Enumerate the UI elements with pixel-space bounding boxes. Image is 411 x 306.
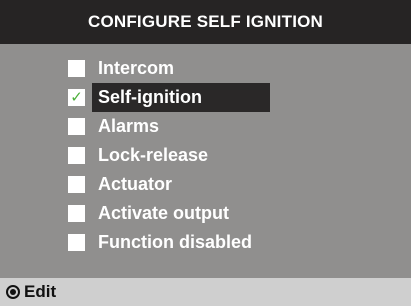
checkbox[interactable]: ✓ (68, 89, 85, 106)
title-bar: CONFIGURE SELF IGNITION (0, 0, 411, 44)
checkbox[interactable] (68, 205, 85, 222)
option-self-ignition[interactable]: ✓ Self-ignition (68, 83, 328, 112)
option-label: Actuator (98, 174, 173, 194)
option-label: Function disabled (98, 232, 253, 252)
edit-button[interactable]: Edit (6, 282, 56, 302)
checkbox[interactable] (68, 234, 85, 251)
checkbox[interactable] (68, 176, 85, 193)
checkbox[interactable] (68, 60, 85, 77)
option-label: Self-ignition (98, 87, 202, 107)
option-function-disabled[interactable]: Function disabled (68, 228, 328, 257)
checkbox[interactable] (68, 118, 85, 135)
edit-label: Edit (24, 282, 57, 301)
checkbox[interactable] (68, 147, 85, 164)
option-lock-release[interactable]: Lock-release (68, 141, 328, 170)
option-label: Lock-release (98, 145, 209, 165)
option-intercom[interactable]: Intercom (68, 54, 328, 83)
option-alarms[interactable]: Alarms (68, 112, 328, 141)
radio-button-icon (6, 285, 20, 299)
check-icon: ✓ (70, 88, 83, 106)
page-title: CONFIGURE SELF IGNITION (87, 12, 324, 31)
option-actuator[interactable]: Actuator (68, 170, 328, 199)
option-label: Intercom (98, 58, 175, 78)
option-activate-output[interactable]: Activate output (68, 199, 328, 228)
options-list: Intercom ✓ Self-ignition Alarms Lock-rel… (68, 54, 328, 257)
option-label: Alarms (98, 116, 160, 136)
option-label: Activate output (98, 203, 230, 223)
configure-self-ignition-screen: CONFIGURE SELF IGNITION Intercom ✓ Self-… (0, 0, 411, 306)
footer-bar: Edit (0, 278, 411, 306)
